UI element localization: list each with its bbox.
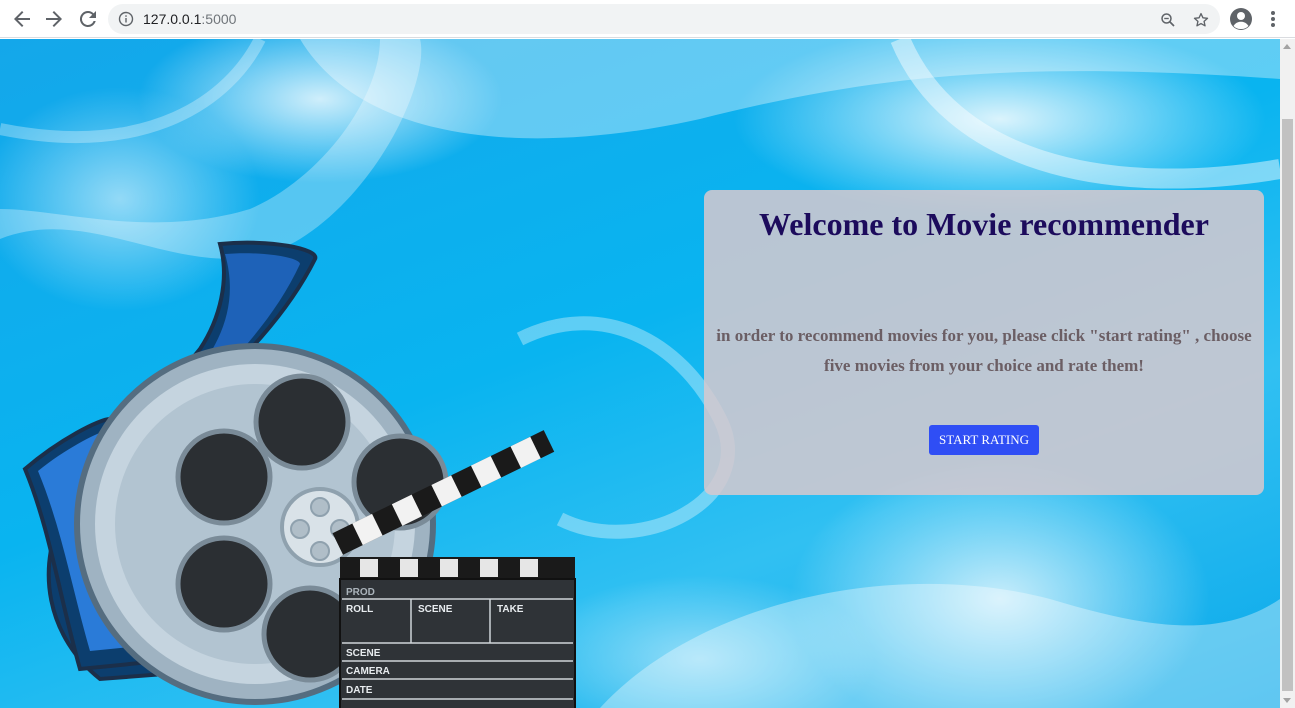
film-reel-illustration: PROD ROLL SCENE TAKE SCENE CAMERA DATE [22,240,576,708]
clapper-scene2-label: SCENE [346,648,381,659]
clapper-prod-label: PROD [346,587,375,598]
page-background: PROD ROLL SCENE TAKE SCENE CAMERA DATE W… [0,39,1280,708]
scroll-up-icon[interactable] [1283,44,1291,49]
clapper-camera-label: CAMERA [346,666,390,677]
scroll-thumb[interactable] [1282,119,1293,691]
zoom-icon[interactable] [1159,11,1177,29]
clapper-take-label: TAKE [497,604,524,615]
browser-toolbar: 127.0.0.1:5000 [0,0,1295,38]
instructions-text: in order to recommend movies for you, pl… [716,326,1252,375]
reload-icon[interactable] [76,7,100,31]
welcome-card: Welcome to Movie recommender in order to… [704,190,1264,495]
bookmark-star-icon[interactable] [1192,11,1210,29]
start-rating-button[interactable]: START RATING [929,425,1039,455]
address-bar[interactable]: 127.0.0.1:5000 [108,4,1220,34]
menu-kebab-icon[interactable] [1263,7,1283,31]
forward-icon[interactable] [42,7,66,31]
profile-avatar-icon[interactable] [1229,7,1253,31]
back-icon[interactable] [10,7,34,31]
clapper-roll-label: ROLL [346,604,373,615]
clapper-date-label: DATE [346,685,373,696]
info-icon[interactable] [118,11,134,27]
url-text[interactable]: 127.0.0.1:5000 [143,11,236,27]
clapper-scene-label: SCENE [418,604,453,615]
page-scrollbar[interactable] [1280,39,1295,708]
url-host: 127.0.0.1 [143,11,202,27]
page-title: Welcome to Movie recommender [759,206,1209,242]
scroll-down-icon[interactable] [1283,698,1291,703]
url-port: :5000 [201,11,237,27]
